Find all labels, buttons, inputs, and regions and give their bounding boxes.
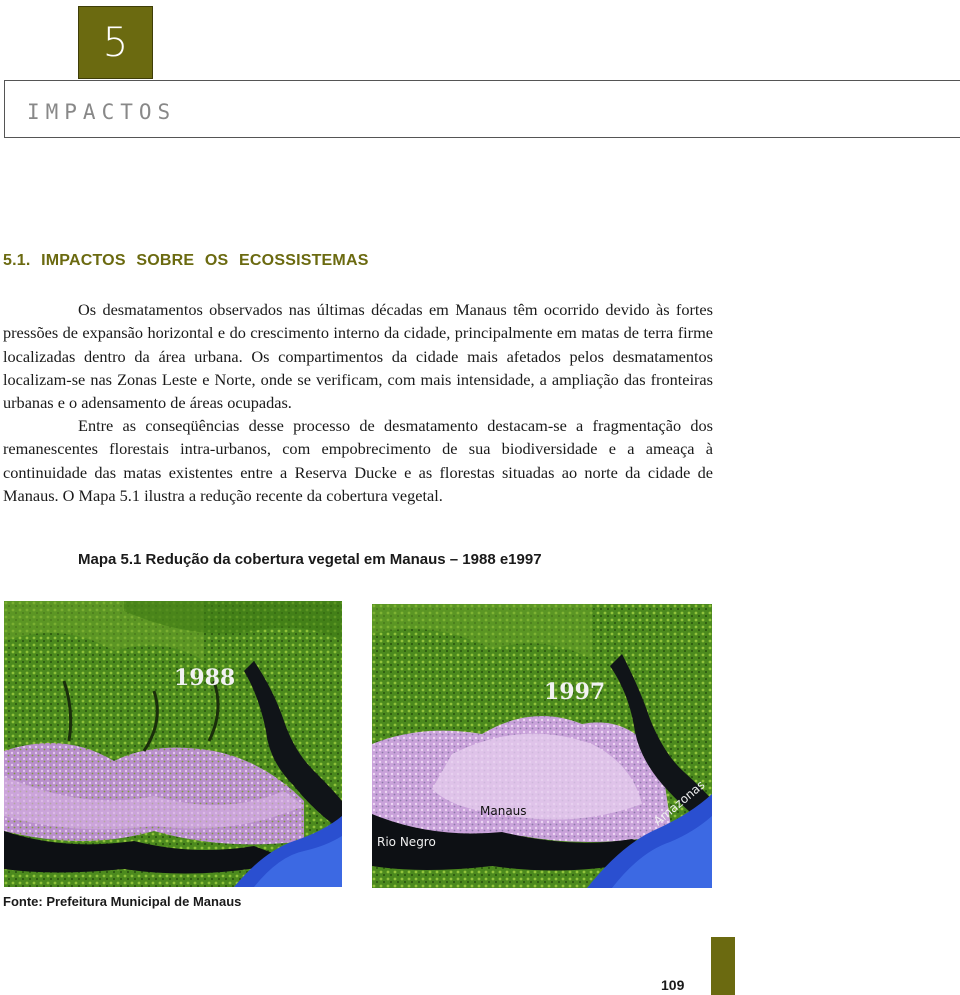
map-label-rio-negro: Rio Negro xyxy=(377,835,436,849)
map-year-label-1988: 1988 xyxy=(174,665,235,691)
page-number: 109 xyxy=(661,977,685,993)
map-label-manaus: Manaus xyxy=(480,804,527,818)
body-paragraph-2: Entre as conseqüências desse processo de… xyxy=(3,416,713,505)
body-paragraph-1: Os desmatamentos observados nas últimas … xyxy=(3,300,713,413)
page-tab-marker xyxy=(711,937,735,995)
chapter-number: 5 xyxy=(102,19,129,66)
map-source: Fonte: Prefeitura Municipal de Manaus xyxy=(3,894,242,909)
satellite-image-1988: 1988 xyxy=(4,601,342,887)
map-year-label-1997: 1997 xyxy=(544,679,605,705)
chapter-number-box: 5 xyxy=(78,6,153,79)
chapter-title: IMPACTOS xyxy=(27,100,177,124)
satellite-image-1997: 1997 Manaus Rio Negro Amazonas xyxy=(372,604,712,888)
satellite-map-1997: 1997 Manaus Rio Negro Amazonas xyxy=(372,604,712,888)
map-caption: Mapa 5.1 Redução da cobertura vegetal em… xyxy=(78,551,542,568)
satellite-map-1988: 1988 xyxy=(4,601,342,887)
section-heading: 5.1. IMPACTOS SOBRE OS ECOSSISTEMAS xyxy=(3,252,369,269)
